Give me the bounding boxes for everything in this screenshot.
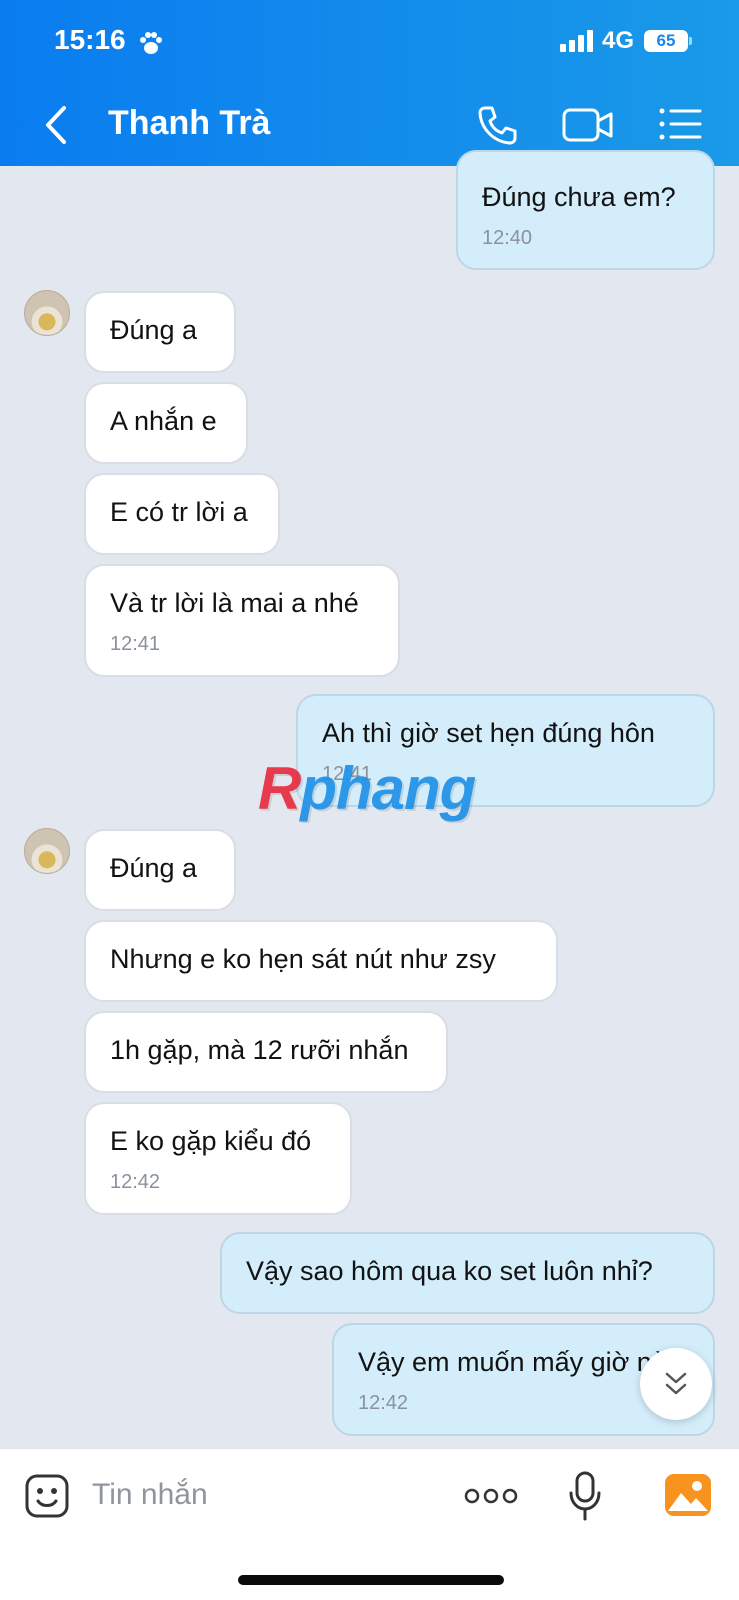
message-time: 12:42 (110, 1171, 161, 1193)
message-bubble-incoming[interactable]: Đúng a (84, 829, 236, 911)
message-text: Đúng a (110, 315, 198, 345)
message-text: Và tr lời là mai a nhé (110, 588, 359, 618)
message-bubble-incoming[interactable]: E có tr lời a (84, 473, 280, 555)
message-bubble-outgoing[interactable]: Vậy sao hôm qua ko set luôn nhỉ? (220, 1232, 715, 1314)
message-time: 12:42 (358, 1392, 409, 1414)
network-label: 4G (602, 27, 635, 54)
status-time: 15:16 (54, 24, 126, 55)
message-text: 1h gặp, mà 12 rưỡi nhắn (110, 1035, 409, 1065)
message-text: E có tr lời a (110, 497, 248, 527)
message-text: Ah thì giờ set hẹn đúng hôn (322, 718, 655, 748)
battery-tip (689, 37, 692, 45)
message-bubble-incoming[interactable]: 1h gặp, mà 12 rưỡi nhắn (84, 1011, 448, 1093)
message-text: Nhưng e ko hẹn sát nút như zsy (110, 944, 496, 974)
home-indicator (238, 1575, 504, 1585)
message-bubble-incoming[interactable]: E ko gặp kiểu đó 12:42 (84, 1102, 352, 1215)
phone-call-icon[interactable] (476, 104, 518, 146)
contact-avatar[interactable] (24, 828, 70, 874)
message-bubble-incoming[interactable]: Đúng a (84, 291, 236, 373)
chat-header: 15:16 4G 65 Thanh Trà (0, 0, 739, 166)
emoji-sticker-icon[interactable] (24, 1473, 70, 1519)
message-input-bar (0, 1448, 739, 1600)
scroll-to-bottom-button[interactable] (640, 1348, 712, 1420)
chevron-double-down-icon (665, 1372, 687, 1395)
battery-indicator: 65 (644, 30, 688, 52)
paw-icon (140, 32, 162, 54)
message-text: Vậy sao hôm qua ko set luôn nhỉ? (246, 1256, 653, 1286)
photo-gallery-icon[interactable] (664, 1473, 712, 1517)
message-text: E ko gặp kiểu đó (110, 1126, 312, 1156)
message-text: Vậy em muốn mấy giờ nè (358, 1347, 667, 1377)
message-bubble-incoming[interactable]: Nhưng e ko hẹn sát nút như zsy (84, 920, 558, 1002)
message-text: Đúng chưa em? (482, 182, 676, 212)
watermark-logo: Rphang (258, 755, 476, 822)
contact-avatar[interactable] (24, 290, 70, 336)
message-bubble-incoming[interactable]: Và tr lời là mai a nhé 12:41 (84, 564, 400, 677)
contact-name[interactable]: Thanh Trà (108, 104, 270, 143)
message-time: 12:41 (110, 633, 161, 655)
more-options-icon[interactable] (464, 1487, 518, 1505)
message-text: Đúng a (110, 853, 198, 883)
message-text: A nhắn e (110, 406, 217, 436)
video-call-icon[interactable] (562, 106, 614, 144)
message-time: 12:40 (482, 227, 533, 249)
options-list-icon[interactable] (658, 106, 702, 142)
message-bubble-outgoing[interactable]: Đúng chưa em? 12:40 (456, 150, 715, 270)
message-bubble-incoming[interactable]: A nhắn e (84, 382, 248, 464)
signal-icon (560, 30, 593, 52)
message-input[interactable] (92, 1469, 422, 1521)
back-icon[interactable] (40, 104, 74, 146)
microphone-icon[interactable] (568, 1471, 602, 1521)
